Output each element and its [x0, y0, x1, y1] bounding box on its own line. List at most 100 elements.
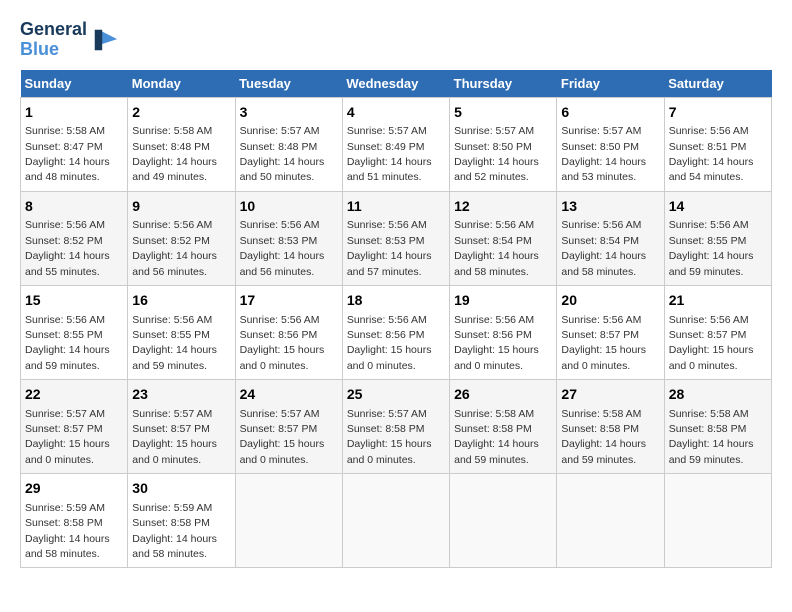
day-number: 13 — [561, 197, 659, 217]
calendar-table: SundayMondayTuesdayWednesdayThursdayFrid… — [20, 70, 772, 569]
day-info: Sunrise: 5:59 AMSunset: 8:58 PMDaylight:… — [25, 502, 110, 560]
day-number: 30 — [132, 479, 230, 499]
day-number: 4 — [347, 103, 445, 123]
calendar-cell: 25 Sunrise: 5:57 AMSunset: 8:58 PMDayligh… — [342, 380, 449, 474]
calendar-week-4: 22 Sunrise: 5:57 AMSunset: 8:57 PMDayligh… — [21, 380, 772, 474]
logo-text: GeneralBlue — [20, 20, 87, 60]
day-number: 1 — [25, 103, 123, 123]
calendar-cell: 12Sunrise: 5:56 AMSunset: 8:54 PMDayligh… — [450, 191, 557, 285]
day-number: 8 — [25, 197, 123, 217]
day-info: Sunrise: 5:57 AMSunset: 8:50 PMDaylight:… — [561, 125, 646, 183]
header-tuesday: Tuesday — [235, 70, 342, 98]
day-info: Sunrise: 5:56 AMSunset: 8:56 PMDaylight:… — [240, 314, 325, 372]
calendar-week-3: 15 Sunrise: 5:56 AMSunset: 8:55 PMDayligh… — [21, 285, 772, 379]
day-info: Sunrise: 5:57 AMSunset: 8:50 PMDaylight:… — [454, 125, 539, 183]
day-number: 14 — [669, 197, 767, 217]
day-info: Sunrise: 5:58 AMSunset: 8:58 PMDaylight:… — [454, 408, 539, 466]
day-info: Sunrise: 5:56 AMSunset: 8:57 PMDaylight:… — [561, 314, 646, 372]
calendar-cell: 24 Sunrise: 5:57 AMSunset: 8:57 PMDayligh… — [235, 380, 342, 474]
calendar-cell — [664, 474, 771, 568]
day-info: Sunrise: 5:57 AMSunset: 8:49 PMDaylight:… — [347, 125, 432, 183]
calendar-cell: 19 Sunrise: 5:56 AMSunset: 8:56 PMDayligh… — [450, 285, 557, 379]
day-number: 19 — [454, 291, 552, 311]
calendar-cell: 6Sunrise: 5:57 AMSunset: 8:50 PMDaylight… — [557, 97, 664, 191]
calendar-cell: 30 Sunrise: 5:59 AMSunset: 8:58 PMDayligh… — [128, 474, 235, 568]
calendar-cell — [450, 474, 557, 568]
day-number: 10 — [240, 197, 338, 217]
calendar-week-5: 29 Sunrise: 5:59 AMSunset: 8:58 PMDayligh… — [21, 474, 772, 568]
day-info: Sunrise: 5:56 AMSunset: 8:52 PMDaylight:… — [25, 219, 110, 277]
day-number: 23 — [132, 385, 230, 405]
day-info: Sunrise: 5:57 AMSunset: 8:57 PMDaylight:… — [240, 408, 325, 466]
calendar-cell: 26Sunrise: 5:58 AMSunset: 8:58 PMDayligh… — [450, 380, 557, 474]
calendar-cell: 20 Sunrise: 5:56 AMSunset: 8:57 PMDayligh… — [557, 285, 664, 379]
day-number: 5 — [454, 103, 552, 123]
day-info: Sunrise: 5:56 AMSunset: 8:53 PMDaylight:… — [240, 219, 325, 277]
day-number: 16 — [132, 291, 230, 311]
day-number: 24 — [240, 385, 338, 405]
logo-icon — [91, 26, 119, 54]
day-number: 25 — [347, 385, 445, 405]
day-info: Sunrise: 5:57 AMSunset: 8:58 PMDaylight:… — [347, 408, 432, 466]
day-number: 20 — [561, 291, 659, 311]
header-monday: Monday — [128, 70, 235, 98]
header-sunday: Sunday — [21, 70, 128, 98]
header-saturday: Saturday — [664, 70, 771, 98]
calendar-cell: 27 Sunrise: 5:58 AMSunset: 8:58 PMDayligh… — [557, 380, 664, 474]
calendar-cell: 14Sunrise: 5:56 AMSunset: 8:55 PMDayligh… — [664, 191, 771, 285]
calendar-cell: 11Sunrise: 5:56 AMSunset: 8:53 PMDayligh… — [342, 191, 449, 285]
calendar-cell: 10Sunrise: 5:56 AMSunset: 8:53 PMDayligh… — [235, 191, 342, 285]
calendar-cell: 23 Sunrise: 5:57 AMSunset: 8:57 PMDayligh… — [128, 380, 235, 474]
day-info: Sunrise: 5:56 AMSunset: 8:53 PMDaylight:… — [347, 219, 432, 277]
day-number: 3 — [240, 103, 338, 123]
day-number: 22 — [25, 385, 123, 405]
calendar-cell: 4Sunrise: 5:57 AMSunset: 8:49 PMDaylight… — [342, 97, 449, 191]
day-number: 21 — [669, 291, 767, 311]
calendar-cell: 3Sunrise: 5:57 AMSunset: 8:48 PMDaylight… — [235, 97, 342, 191]
calendar-cell: 28 Sunrise: 5:58 AMSunset: 8:58 PMDayligh… — [664, 380, 771, 474]
day-info: Sunrise: 5:56 AMSunset: 8:52 PMDaylight:… — [132, 219, 217, 277]
day-info: Sunrise: 5:57 AMSunset: 8:57 PMDaylight:… — [132, 408, 217, 466]
page-header: GeneralBlue — [20, 20, 772, 60]
day-info: Sunrise: 5:57 AMSunset: 8:48 PMDaylight:… — [240, 125, 325, 183]
calendar-week-1: 1Sunrise: 5:58 AMSunset: 8:47 PMDaylight… — [21, 97, 772, 191]
day-info: Sunrise: 5:58 AMSunset: 8:58 PMDaylight:… — [561, 408, 646, 466]
calendar-cell: 16Sunrise: 5:56 AMSunset: 8:55 PMDayligh… — [128, 285, 235, 379]
day-number: 15 — [25, 291, 123, 311]
day-number: 28 — [669, 385, 767, 405]
day-info: Sunrise: 5:58 AMSunset: 8:58 PMDaylight:… — [669, 408, 754, 466]
day-info: Sunrise: 5:56 AMSunset: 8:56 PMDaylight:… — [454, 314, 539, 372]
day-info: Sunrise: 5:56 AMSunset: 8:51 PMDaylight:… — [669, 125, 754, 183]
day-info: Sunrise: 5:56 AMSunset: 8:54 PMDaylight:… — [561, 219, 646, 277]
calendar-cell: 2Sunrise: 5:58 AMSunset: 8:48 PMDaylight… — [128, 97, 235, 191]
calendar-cell: 1Sunrise: 5:58 AMSunset: 8:47 PMDaylight… — [21, 97, 128, 191]
calendar-cell: 21Sunrise: 5:56 AMSunset: 8:57 PMDayligh… — [664, 285, 771, 379]
calendar-cell — [235, 474, 342, 568]
day-info: Sunrise: 5:58 AMSunset: 8:47 PMDaylight:… — [25, 125, 110, 183]
day-info: Sunrise: 5:56 AMSunset: 8:55 PMDaylight:… — [25, 314, 110, 372]
calendar-cell: 5Sunrise: 5:57 AMSunset: 8:50 PMDaylight… — [450, 97, 557, 191]
day-number: 12 — [454, 197, 552, 217]
day-info: Sunrise: 5:59 AMSunset: 8:58 PMDaylight:… — [132, 502, 217, 560]
day-number: 7 — [669, 103, 767, 123]
calendar-cell: 29 Sunrise: 5:59 AMSunset: 8:58 PMDayligh… — [21, 474, 128, 568]
day-number: 6 — [561, 103, 659, 123]
day-info: Sunrise: 5:57 AMSunset: 8:57 PMDaylight:… — [25, 408, 110, 466]
calendar-cell: 18Sunrise: 5:56 AMSunset: 8:56 PMDayligh… — [342, 285, 449, 379]
calendar-cell: 13Sunrise: 5:56 AMSunset: 8:54 PMDayligh… — [557, 191, 664, 285]
day-number: 2 — [132, 103, 230, 123]
calendar-header-row: SundayMondayTuesdayWednesdayThursdayFrid… — [21, 70, 772, 98]
day-number: 18 — [347, 291, 445, 311]
calendar-cell — [342, 474, 449, 568]
day-info: Sunrise: 5:58 AMSunset: 8:48 PMDaylight:… — [132, 125, 217, 183]
day-info: Sunrise: 5:56 AMSunset: 8:54 PMDaylight:… — [454, 219, 539, 277]
day-number: 29 — [25, 479, 123, 499]
day-number: 27 — [561, 385, 659, 405]
header-friday: Friday — [557, 70, 664, 98]
calendar-week-2: 8Sunrise: 5:56 AMSunset: 8:52 PMDaylight… — [21, 191, 772, 285]
header-thursday: Thursday — [450, 70, 557, 98]
calendar-cell: 8Sunrise: 5:56 AMSunset: 8:52 PMDaylight… — [21, 191, 128, 285]
calendar-cell: 9Sunrise: 5:56 AMSunset: 8:52 PMDaylight… — [128, 191, 235, 285]
calendar-cell: 15 Sunrise: 5:56 AMSunset: 8:55 PMDayligh… — [21, 285, 128, 379]
calendar-cell: 22 Sunrise: 5:57 AMSunset: 8:57 PMDayligh… — [21, 380, 128, 474]
